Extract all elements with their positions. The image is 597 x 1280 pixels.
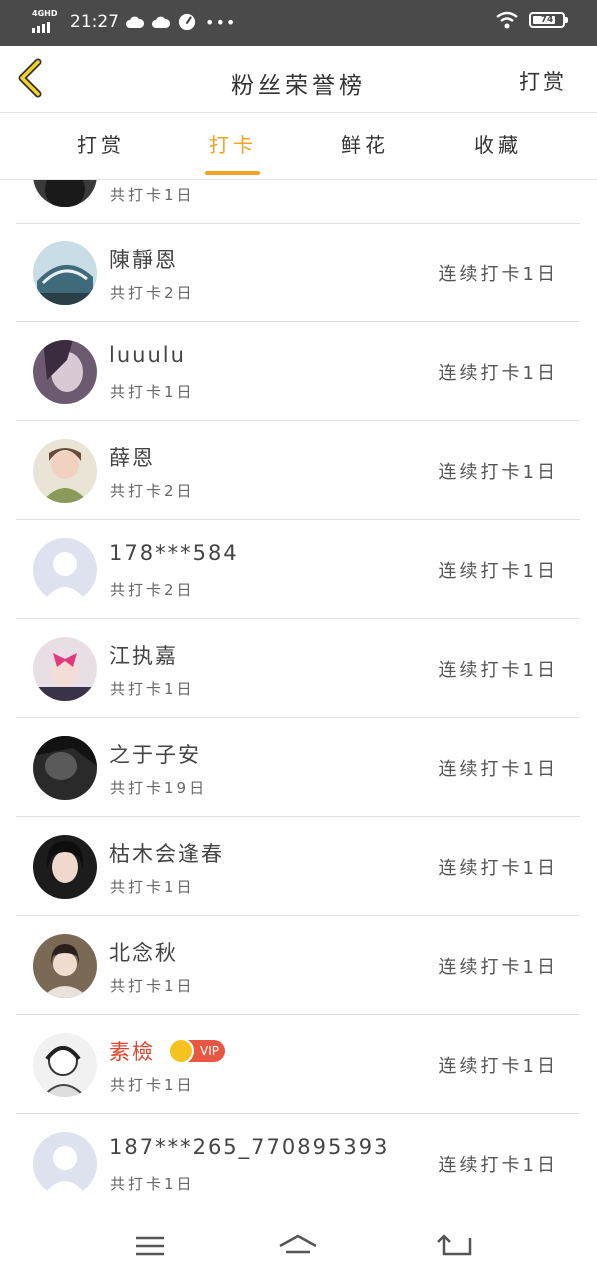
speed-icon bbox=[178, 13, 196, 31]
avatar bbox=[33, 736, 97, 800]
avatar bbox=[33, 637, 97, 701]
total-checkins: 共打卡1日 bbox=[110, 878, 195, 896]
streak-checkins: 连续打卡1日 bbox=[438, 462, 558, 483]
avatar bbox=[33, 538, 97, 602]
user-name: 江执嘉 bbox=[109, 644, 178, 668]
total-checkins: 共打卡2日 bbox=[110, 284, 195, 302]
user-name: 187***265_770895393 bbox=[109, 1135, 390, 1159]
nav-bar: 粉丝荣誉榜 打赏 bbox=[0, 46, 597, 113]
total-checkins: 共打卡2日 bbox=[110, 482, 195, 500]
back-icon[interactable] bbox=[436, 1230, 476, 1262]
home-icon[interactable] bbox=[278, 1230, 318, 1262]
tab-flowers[interactable]: 鲜花 bbox=[341, 129, 389, 158]
tab-favorites[interactable]: 收藏 bbox=[474, 129, 522, 158]
list-item[interactable]: 之于子安 共打卡19日 连续打卡1日 bbox=[16, 719, 580, 817]
user-name: 陳靜恩 bbox=[109, 248, 178, 272]
avatar bbox=[33, 934, 97, 998]
tip-button[interactable]: 打赏 bbox=[519, 66, 567, 96]
streak-checkins: 连续打卡1日 bbox=[438, 1155, 558, 1176]
avatar bbox=[33, 439, 97, 503]
network-signal-icon: 4GHD bbox=[32, 9, 60, 35]
battery-level: 74 bbox=[540, 15, 554, 25]
crown-icon bbox=[168, 1038, 194, 1064]
ranking-list: 共打卡1日 陳靜恩 共打卡2日 连续打卡1日 luuulu 共打卡1日 连续打卡… bbox=[0, 180, 597, 1210]
streak-checkins: 连续打卡1日 bbox=[438, 957, 558, 978]
avatar bbox=[33, 180, 97, 207]
streak-checkins: 连续打卡1日 bbox=[438, 858, 558, 879]
list-item[interactable]: 187***265_770895393 共打卡1日 连续打卡1日 bbox=[16, 1115, 580, 1210]
tab-checkin[interactable]: 打卡 bbox=[209, 129, 257, 158]
list-item[interactable]: 素檢 VIP 共打卡1日 连续打卡1日 bbox=[16, 1016, 580, 1114]
clock: 21:27 bbox=[70, 12, 119, 32]
streak-checkins: 连续打卡1日 bbox=[438, 759, 558, 780]
total-checkins: 共打卡1日 bbox=[110, 680, 195, 698]
list-item[interactable]: 178***584 共打卡2日 连续打卡1日 bbox=[16, 521, 580, 619]
user-name: 178***584 bbox=[109, 541, 239, 565]
user-name: 北念秋 bbox=[109, 941, 178, 965]
total-checkins: 共打卡1日 bbox=[110, 1076, 195, 1094]
avatar bbox=[33, 340, 97, 404]
total-checkins: 共打卡1日 bbox=[110, 1175, 195, 1193]
vip-badge: VIP bbox=[168, 1038, 225, 1064]
menu-icon[interactable] bbox=[130, 1230, 170, 1262]
status-bar: 4GHD 21:27 ••• 74 bbox=[0, 0, 597, 46]
streak-checkins: 连续打卡1日 bbox=[438, 561, 558, 582]
user-name: 薛恩 bbox=[109, 446, 155, 470]
avatar bbox=[33, 1132, 97, 1196]
list-item[interactable]: 共打卡1日 bbox=[16, 180, 580, 224]
user-name: luuulu bbox=[109, 343, 186, 367]
vip-label: VIP bbox=[200, 1044, 219, 1058]
system-nav-bar bbox=[0, 1210, 597, 1280]
battery-icon: 74 bbox=[529, 12, 568, 28]
streak-checkins: 连续打卡1日 bbox=[438, 660, 558, 681]
total-checkins: 共打卡1日 bbox=[110, 977, 195, 995]
total-checkins: 共打卡1日 bbox=[110, 186, 195, 204]
more-dots-icon: ••• bbox=[205, 12, 237, 32]
cloud-icon bbox=[126, 16, 145, 28]
user-name: 素檢 bbox=[109, 1040, 155, 1064]
user-name: 之于子安 bbox=[109, 743, 201, 767]
list-item[interactable]: 江执嘉 共打卡1日 连续打卡1日 bbox=[16, 620, 580, 718]
total-checkins: 共打卡19日 bbox=[110, 779, 208, 797]
user-name: 枯木会逢春 bbox=[109, 842, 224, 866]
avatar bbox=[33, 241, 97, 305]
list-item[interactable]: luuulu 共打卡1日 连续打卡1日 bbox=[16, 323, 580, 421]
cloud-icon bbox=[152, 16, 171, 28]
page-title: 粉丝荣誉榜 bbox=[231, 73, 366, 99]
total-checkins: 共打卡2日 bbox=[110, 581, 195, 599]
total-checkins: 共打卡1日 bbox=[110, 383, 195, 401]
avatar bbox=[33, 835, 97, 899]
wifi-icon bbox=[496, 11, 518, 29]
tab-tip[interactable]: 打赏 bbox=[77, 129, 125, 158]
streak-checkins: 连续打卡1日 bbox=[438, 363, 558, 384]
streak-checkins: 连续打卡1日 bbox=[438, 264, 558, 285]
network-type: 4GHD bbox=[32, 9, 58, 18]
list-item[interactable]: 北念秋 共打卡1日 连续打卡1日 bbox=[16, 917, 580, 1015]
list-item[interactable]: 陳靜恩 共打卡2日 连续打卡1日 bbox=[16, 224, 580, 322]
tab-bar: 打赏 打卡 鲜花 收藏 bbox=[0, 113, 597, 180]
list-item[interactable]: 薛恩 共打卡2日 连续打卡1日 bbox=[16, 422, 580, 520]
avatar bbox=[33, 1033, 97, 1097]
active-tab-indicator bbox=[205, 171, 260, 175]
list-item[interactable]: 枯木会逢春 共打卡1日 连续打卡1日 bbox=[16, 818, 580, 916]
streak-checkins: 连续打卡1日 bbox=[438, 1056, 558, 1077]
